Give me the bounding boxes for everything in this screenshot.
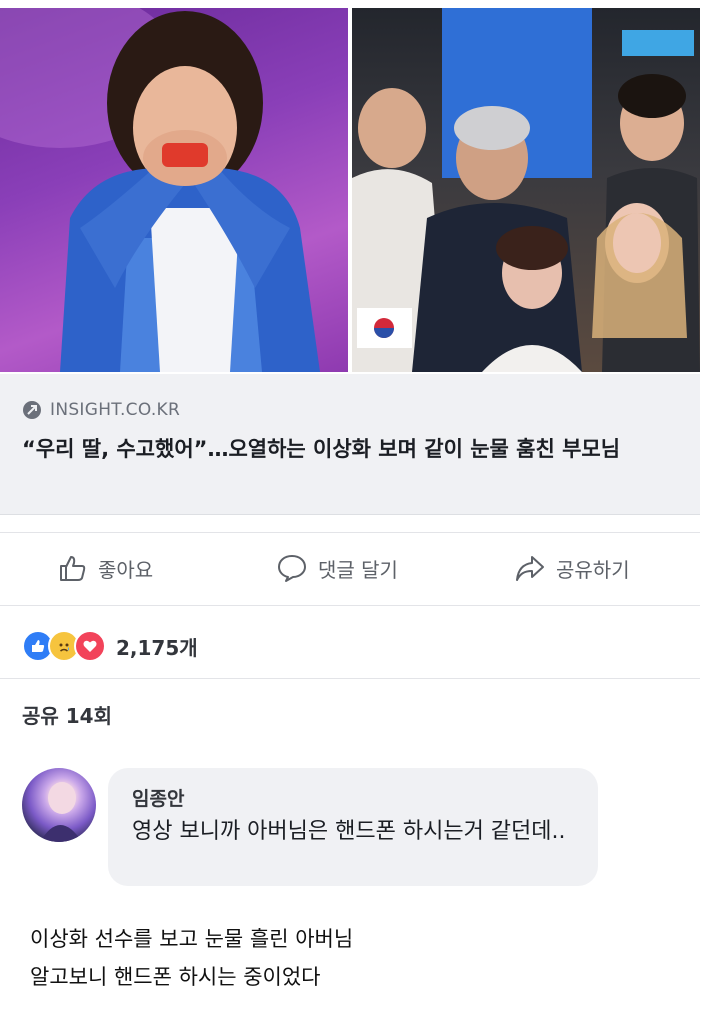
share-button[interactable]: 공유하기 <box>514 553 630 583</box>
comment-button[interactable]: 댓글 달기 <box>276 553 398 583</box>
image-caption: 이상화 선수를 보고 눈물 흘린 아버님 알고보니 핸드폰 하시는 중이었다 <box>30 920 680 996</box>
comment-label: 댓글 달기 <box>318 557 398 582</box>
share-count[interactable]: 공유 14회 <box>22 700 112 729</box>
link-source-text: INSIGHT.CO.KR <box>50 400 181 420</box>
link-globe-icon <box>23 401 41 419</box>
link-preview-card[interactable]: INSIGHT.CO.KR “우리 딸, 수고했어”…오열하는 이상화 보며 같… <box>0 374 700 515</box>
share-label: 공유하기 <box>556 557 630 582</box>
comment-author[interactable]: 임종안 <box>132 784 184 811</box>
section-divider <box>0 678 700 679</box>
commenter-avatar[interactable] <box>22 768 96 842</box>
post-actions-bar: 좋아요 댓글 달기 공유하기 <box>0 532 700 606</box>
link-source: INSIGHT.CO.KR <box>22 400 180 420</box>
avatar-image <box>40 782 82 842</box>
skater-illustration <box>0 8 320 372</box>
skater-crying-photo[interactable] <box>0 8 348 372</box>
parents-crowd-photo[interactable] <box>352 8 700 372</box>
share-arrow-icon <box>516 556 544 581</box>
reactions-summary[interactable]: 2,175개 <box>22 626 198 666</box>
crowd-illustration <box>352 8 700 372</box>
like-button[interactable]: 좋아요 <box>58 553 153 583</box>
link-headline[interactable]: “우리 딸, 수고했어”…오열하는 이상화 보며 같이 눈물 훔친 부모님 <box>22 434 662 464</box>
thumbs-up-icon <box>60 556 86 581</box>
post-images[interactable] <box>0 8 700 372</box>
comment-item: 임종안 영상 보니까 아버님은 핸드폰 하시는거 같던데.. <box>22 766 702 896</box>
caption-line-2: 알고보니 핸드폰 하시는 중이었다 <box>30 965 321 989</box>
love-reaction-icon <box>74 630 106 662</box>
comment-text: 영상 보니까 아버님은 핸드폰 하시는거 같던데.. <box>132 819 566 844</box>
comment-bubble: 임종안 영상 보니까 아버님은 핸드폰 하시는거 같던데.. <box>108 768 598 886</box>
caption-line-1: 이상화 선수를 보고 눈물 흘린 아버님 <box>30 927 354 951</box>
comment-bubble-icon <box>278 555 306 582</box>
reaction-count: 2,175개 <box>116 635 198 660</box>
like-label: 좋아요 <box>98 557 154 582</box>
